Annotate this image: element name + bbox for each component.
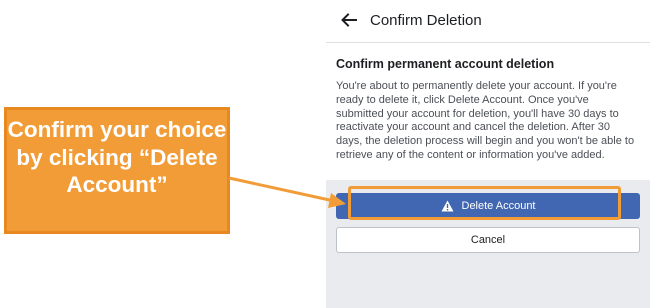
delete-account-label: Delete Account: [461, 200, 536, 212]
delete-account-button[interactable]: Delete Account: [336, 193, 640, 219]
callout-text: Confirm your choice by clicking “Delete …: [7, 117, 227, 197]
card-body-text: You're about to permanently delete your …: [336, 80, 635, 161]
annotation-callout: Confirm your choice by clicking “Delete …: [4, 107, 230, 234]
top-bar: Confirm Deletion: [326, 0, 650, 43]
cancel-button[interactable]: Cancel: [336, 227, 640, 253]
page-title: Confirm Deletion: [370, 12, 482, 29]
cancel-label: Cancel: [470, 234, 506, 246]
mobile-screen: Confirm Deletion Confirm permanent accou…: [326, 0, 650, 308]
warning-icon: [441, 200, 453, 212]
back-arrow-icon[interactable]: [340, 11, 358, 29]
confirmation-card: Confirm permanent account deletion You'r…: [326, 43, 650, 180]
card-heading: Confirm permanent account deletion: [336, 57, 555, 71]
